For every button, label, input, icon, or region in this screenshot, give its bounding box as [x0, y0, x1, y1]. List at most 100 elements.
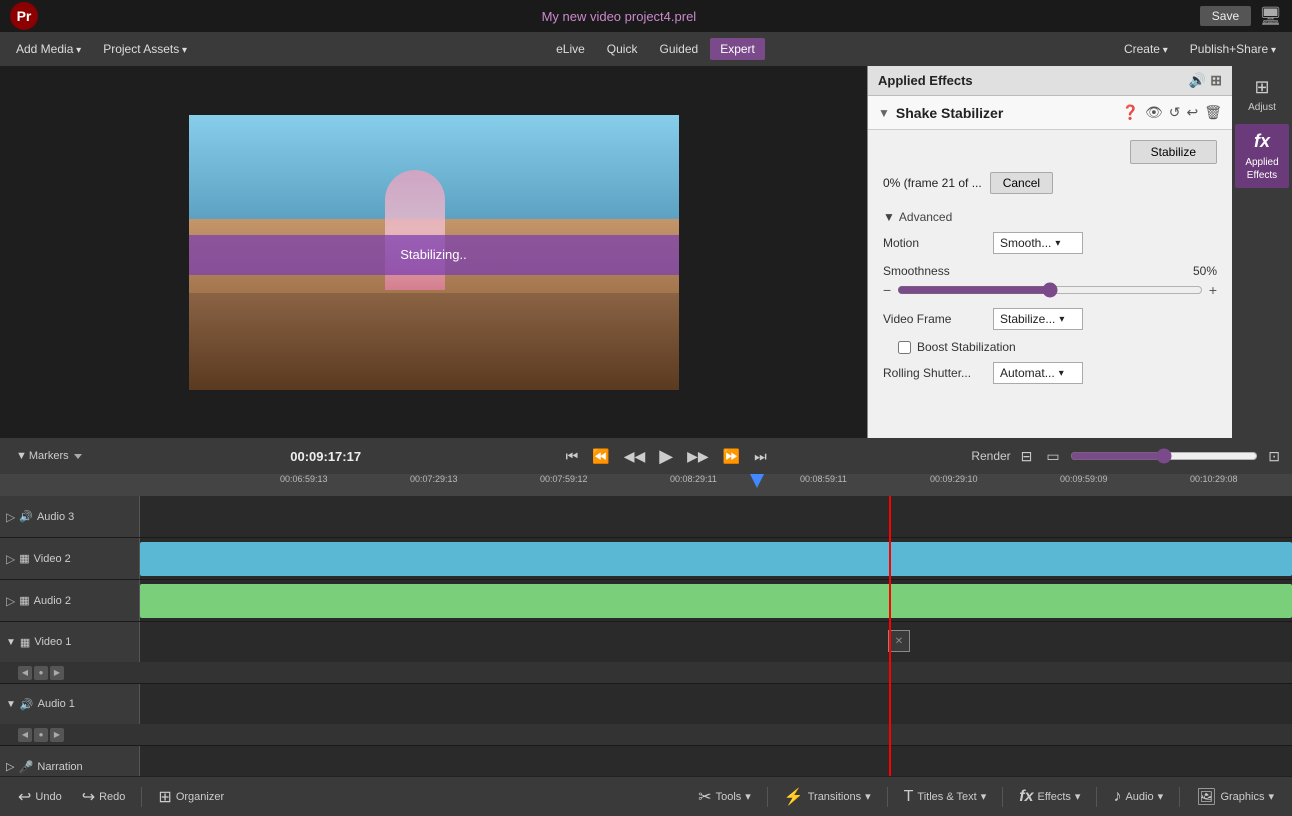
stabilize-button[interactable]: Stabilize: [1130, 140, 1217, 164]
slider-plus[interactable]: +: [1209, 282, 1217, 298]
scrub-left[interactable]: ◀: [18, 728, 32, 742]
rolling-shutter-value: Automat...: [1000, 366, 1055, 380]
panel-header-icons: 🔊 ⊞: [1189, 72, 1222, 89]
effect-row: ▼ Shake Stabilizer ❓ 👁 ↺ ↩ 🗑: [868, 96, 1232, 130]
render-in-out-button[interactable]: ⊟: [1017, 446, 1037, 467]
time-mark-0: 00:06:59:13: [280, 474, 328, 484]
separator: [1096, 787, 1097, 807]
quick-button[interactable]: Quick: [597, 38, 648, 60]
boost-checkbox[interactable]: [898, 341, 911, 354]
timeline: ▼ Markers 00:09:17:17 ⏮ ⏪ ◀◀ ▶ ▶▶ ⏩ ⏭ Re…: [0, 438, 1292, 776]
tools-button[interactable]: ✂ Tools ▾: [690, 783, 759, 811]
tools-label: Tools: [716, 791, 742, 803]
scrub-center[interactable]: ●: [34, 666, 48, 680]
publish-share-button[interactable]: Publish+Share: [1180, 38, 1286, 60]
titles-button[interactable]: T Titles & Text ▾: [896, 784, 995, 810]
stabilizing-bar: Stabilizing..: [189, 235, 679, 275]
video-frame-value: Stabilize...: [1000, 312, 1055, 326]
collapse-arrow[interactable]: ▼: [878, 106, 890, 120]
elive-button[interactable]: eLive: [546, 38, 595, 60]
organizer-button[interactable]: ⊞ Organizer: [150, 783, 232, 811]
video1-grid-icon: ▦: [20, 636, 30, 649]
save-button[interactable]: Save: [1200, 6, 1251, 26]
audio1-sub: ◀ ● ▶: [0, 724, 1292, 745]
audio2-clip[interactable]: [140, 584, 1292, 618]
video2-grid-icon: ▦: [19, 552, 29, 565]
expand-icon[interactable]: ⊞: [1210, 72, 1222, 89]
add-media-button[interactable]: Add Media: [6, 38, 91, 60]
skip-to-end-button[interactable]: ⏭: [750, 446, 771, 467]
motion-dropdown[interactable]: Smooth...: [993, 232, 1083, 254]
play-icon[interactable]: ▷: [6, 760, 14, 773]
rolling-shutter-dropdown[interactable]: Automat...: [993, 362, 1083, 384]
audio3-speaker-icon[interactable]: 🔊: [19, 510, 33, 523]
play-icon[interactable]: ▷: [6, 594, 15, 608]
audio3-header: ▷ 🔊 Audio 3: [0, 496, 140, 537]
audio1-speaker-icon[interactable]: 🔊: [20, 698, 34, 711]
fullscreen-button[interactable]: ⊡: [1264, 446, 1284, 467]
create-button[interactable]: Create: [1114, 38, 1178, 60]
step-forward-button[interactable]: ▶▶: [683, 446, 713, 467]
advanced-header[interactable]: ▼ Advanced: [883, 210, 1217, 224]
preview-area: Stabilizing..: [0, 66, 867, 438]
slider-minus[interactable]: −: [883, 282, 891, 298]
refresh-icon[interactable]: ↺: [1169, 104, 1181, 121]
smoothness-slider[interactable]: [897, 282, 1203, 298]
stabilize-progress: 0% (frame 21 of ... Cancel: [883, 172, 1217, 194]
effects-button[interactable]: fx Effects ▾: [1011, 784, 1088, 810]
transitions-arrow: ▾: [865, 790, 871, 803]
project-assets-button[interactable]: Project Assets: [93, 38, 197, 60]
collapse-arrow: ▼: [16, 450, 27, 462]
advanced-label: Advanced: [899, 210, 952, 224]
redo-button[interactable]: ↪ Redo: [74, 783, 134, 811]
audio1-expand-icon[interactable]: ▼: [6, 699, 16, 710]
time-mark-7: 00:10:29:08: [1190, 474, 1238, 484]
track-row: ▼ 🔊 Audio 1 ◀ ● ▶: [0, 684, 1292, 746]
scrub-right[interactable]: ▶: [50, 666, 64, 680]
boost-label: Boost Stabilization: [917, 340, 1016, 354]
video2-label: Video 2: [34, 553, 71, 565]
help-icon[interactable]: ❓: [1122, 104, 1139, 121]
guided-button[interactable]: Guided: [649, 38, 708, 60]
eye-icon[interactable]: 👁: [1145, 104, 1163, 121]
expert-button[interactable]: Expert: [710, 38, 765, 60]
video2-clip[interactable]: [140, 542, 1292, 576]
play-icon[interactable]: ▷: [6, 510, 15, 524]
delete-icon[interactable]: 🗑: [1204, 104, 1222, 121]
markers-dropdown[interactable]: ▼ Markers: [8, 448, 90, 464]
time-mark-1: 00:07:29:13: [410, 474, 458, 484]
step-back-button[interactable]: ◀◀: [620, 446, 650, 467]
timeline-controls: ▼ Markers 00:09:17:17 ⏮ ⏪ ◀◀ ▶ ▶▶ ⏩ ⏭ Re…: [0, 438, 1292, 474]
tools-icon: ✂: [698, 787, 711, 807]
zoom-slider[interactable]: [1070, 448, 1259, 464]
undo-button[interactable]: ↩ Undo: [10, 783, 70, 811]
graphics-label: Graphics: [1220, 791, 1264, 803]
skip-to-start-button[interactable]: ⏮: [562, 446, 583, 467]
prev-frame-button[interactable]: ⏪: [588, 446, 613, 467]
cancel-button[interactable]: Cancel: [990, 172, 1053, 194]
audio2-content: [140, 580, 1292, 621]
video-frame-dropdown[interactable]: Stabilize...: [993, 308, 1083, 330]
transitions-icon: ⚡: [784, 787, 804, 807]
audio-label: Audio: [1125, 791, 1153, 803]
right-panel: ⊞ Adjust fx AppliedEffects: [1232, 66, 1292, 438]
adjust-button[interactable]: ⊞ Adjust: [1235, 70, 1289, 120]
current-time: 00:09:17:17: [290, 449, 361, 464]
graphics-button[interactable]: 🖼 Graphics ▾: [1188, 783, 1282, 811]
video1-expand-icon[interactable]: ▼: [6, 637, 16, 648]
audio1-content: [140, 684, 1292, 724]
time-mark-6: 00:09:59:09: [1060, 474, 1108, 484]
monitor-icon: 🖥: [1259, 6, 1282, 27]
applied-effects-button[interactable]: fx AppliedEffects: [1235, 124, 1289, 187]
reset-icon[interactable]: ↩: [1186, 104, 1198, 121]
audio-button[interactable]: ♪ Audio ▾: [1105, 784, 1171, 810]
transitions-button[interactable]: ⚡ Transitions ▾: [776, 783, 879, 811]
play-icon[interactable]: ▷: [6, 552, 15, 566]
scrub-left[interactable]: ◀: [18, 666, 32, 680]
next-frame-button[interactable]: ⏩: [719, 446, 744, 467]
play-button[interactable]: ▶: [655, 444, 677, 469]
tools-arrow: ▾: [745, 790, 751, 803]
render-timeline-button[interactable]: ▭: [1042, 446, 1063, 467]
scrub-right[interactable]: ▶: [50, 728, 64, 742]
scrub-center[interactable]: ●: [34, 728, 48, 742]
